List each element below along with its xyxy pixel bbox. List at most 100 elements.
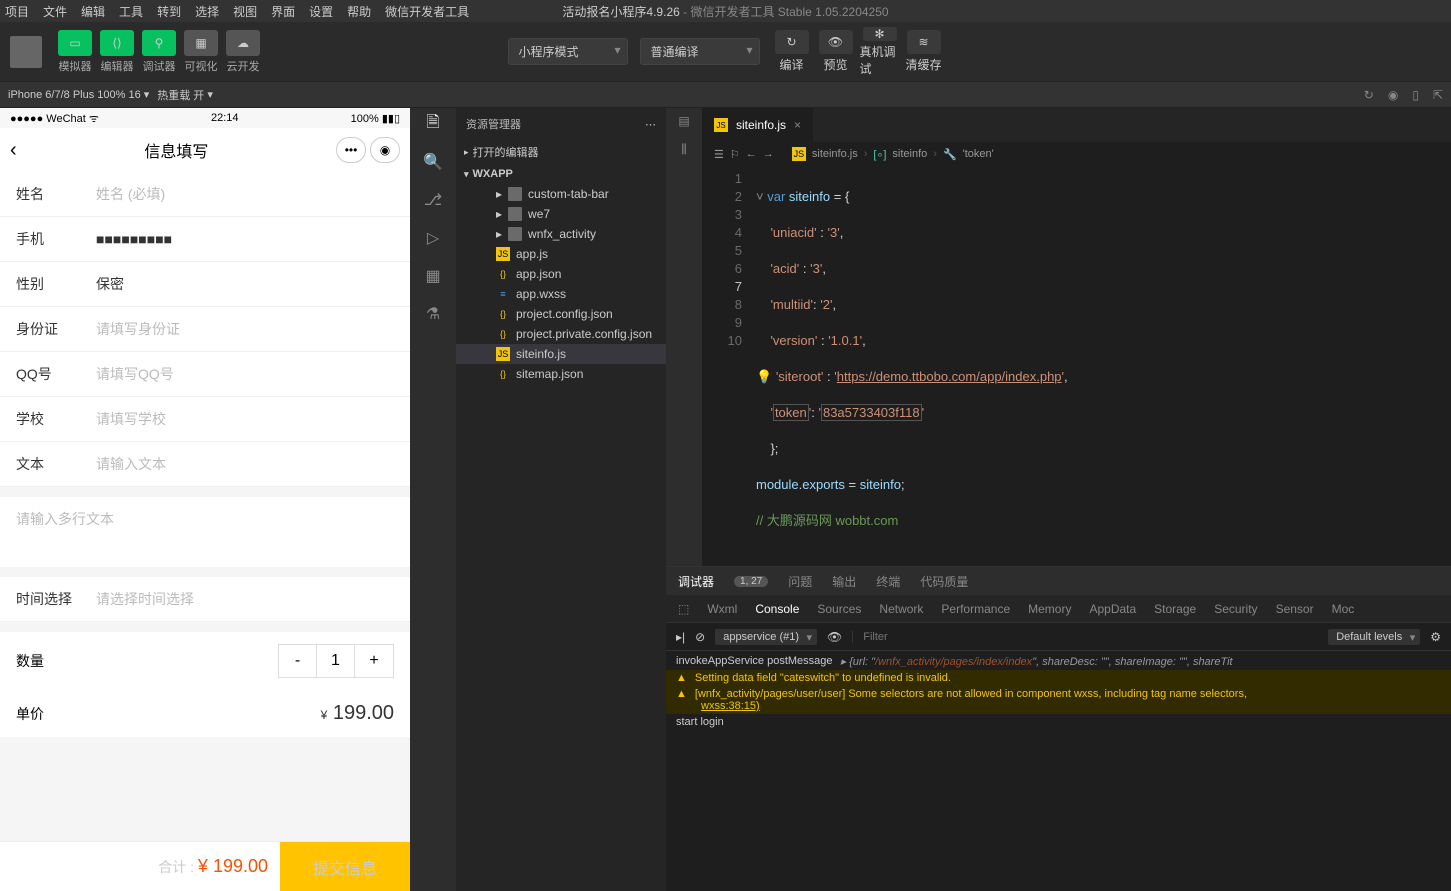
close-capsule[interactable]: ◉ <box>370 137 400 163</box>
workspace-root[interactable]: ▾WXAPP <box>456 164 666 184</box>
back-icon[interactable]: ‹ <box>10 139 17 162</box>
devtools-tab[interactable]: Storage <box>1154 602 1196 616</box>
console-log[interactable]: invokeAppService postMessage ▸ {url: "/w… <box>666 651 1451 756</box>
filter-input[interactable] <box>852 631 1318 643</box>
form-row-text[interactable]: 文本请输入文本 <box>0 442 410 487</box>
form-textarea[interactable]: 请输入多行文本 <box>0 497 410 567</box>
search-icon[interactable]: 🔍 <box>423 152 443 172</box>
devtools-tab[interactable]: Sources <box>817 602 861 616</box>
gear-icon[interactable]: ⚙ <box>1430 630 1441 644</box>
editor-toggle[interactable]: ⟨⟩编辑器 <box>98 28 136 76</box>
forward-icon[interactable]: → <box>763 148 774 160</box>
devtools-tab[interactable]: Sensor <box>1276 602 1314 616</box>
tree-file[interactable]: {}project.private.config.json <box>456 324 666 344</box>
tree-file[interactable]: {}sitemap.json <box>456 364 666 384</box>
editor-tab[interactable]: JS siteinfo.js × <box>702 108 813 142</box>
mode-select[interactable]: 小程序模式 <box>508 38 628 65</box>
tree-folder[interactable]: ▸custom-tab-bar <box>456 184 666 204</box>
clear-cache-button[interactable]: ≋清缓存 <box>904 28 944 76</box>
form-row-name[interactable]: 姓名姓名 (必填) <box>0 172 410 217</box>
form-row-idcard[interactable]: 身份证请填写身份证 <box>0 307 410 352</box>
form-row-qq[interactable]: QQ号请填写QQ号 <box>0 352 410 397</box>
debug-icon[interactable]: ▷ <box>423 228 443 248</box>
menu-item[interactable]: 转到 <box>157 3 181 20</box>
branch-icon[interactable]: ⎇ <box>423 190 443 210</box>
tree-file[interactable]: {}project.config.json <box>456 304 666 324</box>
form-row-phone[interactable]: 手机■■■■■■■■■ <box>0 217 410 262</box>
preview-button[interactable]: 👁预览 <box>816 28 856 76</box>
split-icon[interactable]: ⫼ <box>681 142 687 157</box>
tree-file[interactable]: ≡app.wxss <box>456 284 666 304</box>
visual-toggle[interactable]: ▦可视化 <box>182 28 220 76</box>
lab-icon[interactable]: ⚗ <box>423 304 443 324</box>
device-select[interactable]: iPhone 6/7/8 Plus 100% 16▾ <box>8 88 149 101</box>
open-editors-section[interactable]: ▸打开的编辑器 <box>456 140 666 164</box>
qty-minus[interactable]: - <box>279 645 317 677</box>
qty-value[interactable]: 1 <box>317 645 355 677</box>
submit-button[interactable]: 提交信息 <box>280 842 410 891</box>
debug-tab[interactable]: 调试器 <box>678 573 714 590</box>
lightbulb-icon[interactable]: 💡 <box>756 369 772 384</box>
popout-icon[interactable]: ⇱ <box>1433 88 1443 102</box>
close-icon[interactable]: × <box>794 118 801 132</box>
form-row-gender[interactable]: 性别保密 <box>0 262 410 307</box>
toggle-sidebar-icon[interactable]: ▸| <box>676 630 685 644</box>
tree-folder[interactable]: ▸wnfx_activity <box>456 224 666 244</box>
explorer-icon[interactable]: 🗎 <box>423 114 443 134</box>
menu-item[interactable]: 微信开发者工具 <box>385 3 469 20</box>
avatar[interactable] <box>10 36 42 68</box>
menu-item[interactable]: 编辑 <box>81 3 105 20</box>
levels-select[interactable]: Default levels <box>1328 629 1420 645</box>
menu-capsule[interactable]: ••• <box>336 137 366 163</box>
refresh-icon[interactable]: ↻ <box>1364 88 1374 102</box>
debug-tab[interactable]: 问题 <box>788 573 812 590</box>
compile-select[interactable]: 普通编译 <box>640 38 760 65</box>
remote-debug-button[interactable]: ✻真机调试 <box>860 28 900 76</box>
devtools-tab[interactable]: Moc <box>1332 602 1355 616</box>
simulator-toggle[interactable]: ▭模拟器 <box>56 28 94 76</box>
breadcrumb[interactable]: ☰ ⚐ ← → JS siteinfo.js› [∘] siteinfo› 🔧 … <box>702 142 1451 166</box>
hotreload-select[interactable]: 热重载 开▾ <box>157 87 213 103</box>
back-icon[interactable]: ← <box>746 148 757 160</box>
debug-tab[interactable]: 终端 <box>876 573 900 590</box>
menu-item[interactable]: 帮助 <box>347 3 371 20</box>
menu-item[interactable]: 设置 <box>309 3 333 20</box>
menu-item[interactable]: 文件 <box>43 3 67 20</box>
tree-file[interactable]: {}app.json <box>456 264 666 284</box>
debug-tab[interactable]: 输出 <box>832 573 856 590</box>
menu-item[interactable]: 界面 <box>271 3 295 20</box>
devtools-tab[interactable]: Performance <box>941 602 1010 616</box>
menu-item[interactable]: 项目 <box>5 3 29 20</box>
toggle-icon[interactable]: ▤ <box>678 114 689 128</box>
extensions-icon[interactable]: ▦ <box>423 266 443 286</box>
menu-item[interactable]: 工具 <box>119 3 143 20</box>
devtools-tab[interactable]: AppData <box>1089 602 1136 616</box>
list-icon[interactable]: ☰ <box>714 148 724 161</box>
menu-item[interactable]: 选择 <box>195 3 219 20</box>
clear-icon[interactable]: ⊘ <box>695 630 705 644</box>
context-select[interactable]: appservice (#1) <box>715 629 817 645</box>
inspect-icon[interactable]: ⬚ <box>678 602 689 616</box>
debugger-toggle[interactable]: ⚲调试器 <box>140 28 178 76</box>
devtools-tab[interactable]: Wxml <box>707 602 737 616</box>
tree-folder[interactable]: ▸we7 <box>456 204 666 224</box>
code-editor[interactable]: 12345678910 ˅ var siteinfo = { 'uniacid'… <box>702 166 1451 566</box>
compile-button[interactable]: ↻编译 <box>772 28 812 76</box>
menu-item[interactable]: 视图 <box>233 3 257 20</box>
more-icon[interactable]: ⋯ <box>645 118 656 131</box>
devtools-tab[interactable]: Security <box>1214 602 1257 616</box>
eye-icon[interactable]: 👁 <box>827 630 842 644</box>
form-row-school[interactable]: 学校请填写学校 <box>0 397 410 442</box>
devtools-tab[interactable]: Memory <box>1028 602 1071 616</box>
debug-tab[interactable]: 代码质量 <box>920 573 968 590</box>
qty-plus[interactable]: + <box>355 645 393 677</box>
tree-file[interactable]: JSapp.js <box>456 244 666 264</box>
cloud-button[interactable]: ☁云开发 <box>224 28 262 76</box>
bookmark-icon[interactable]: ⚐ <box>730 148 740 161</box>
tree-file[interactable]: JSsiteinfo.js <box>456 344 666 364</box>
devtools-tab[interactable]: Console <box>755 602 799 616</box>
form-row-time[interactable]: 时间选择请选择时间选择 <box>0 577 410 622</box>
device-icon[interactable]: ▯ <box>1412 88 1419 102</box>
record-icon[interactable]: ◉ <box>1388 88 1398 102</box>
devtools-tab[interactable]: Network <box>879 602 923 616</box>
